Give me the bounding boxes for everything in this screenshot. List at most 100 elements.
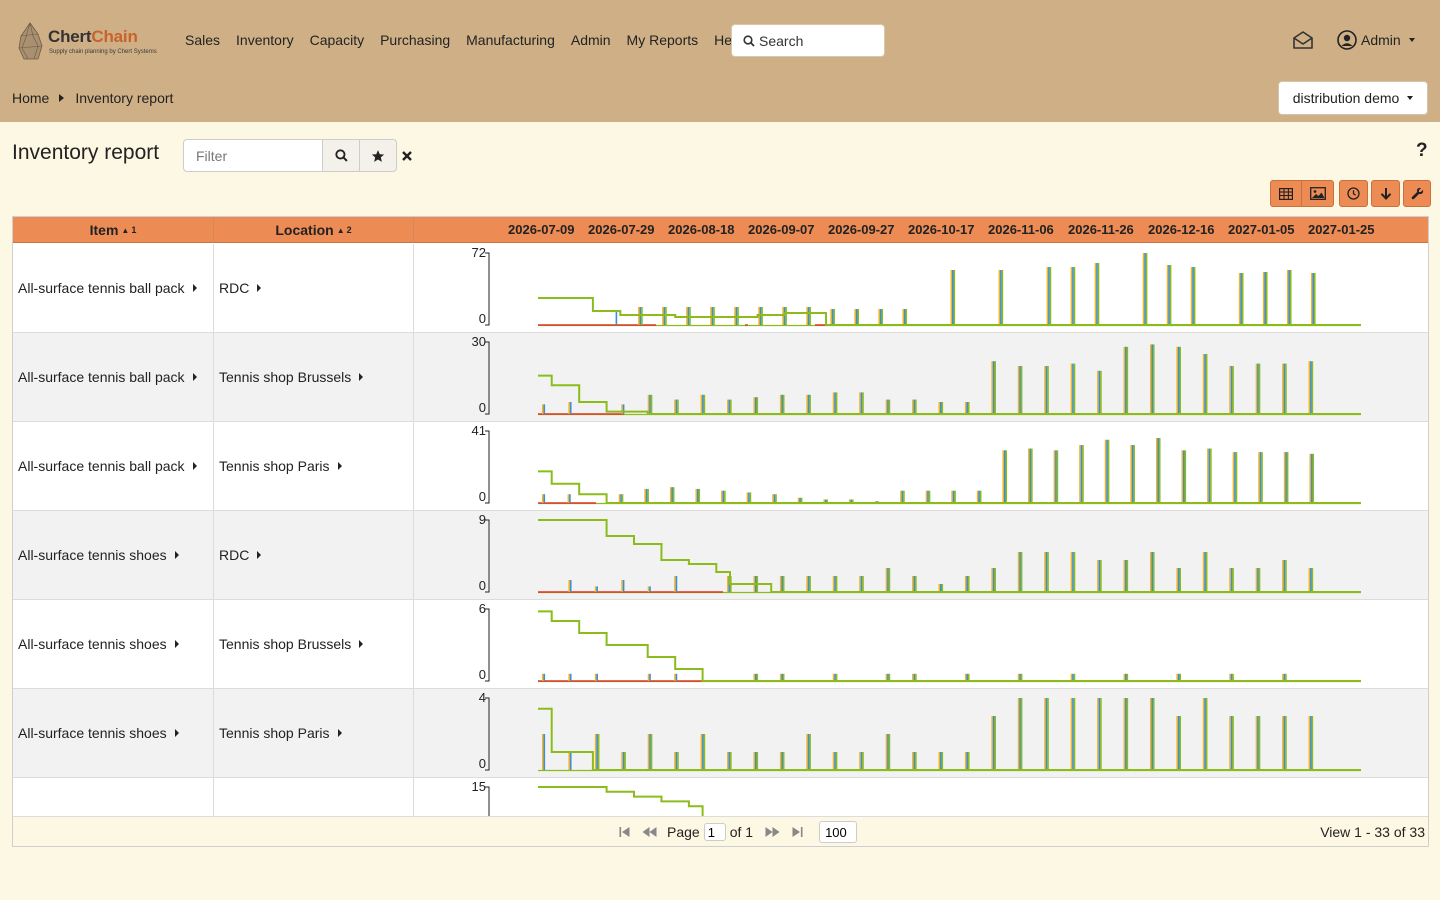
inventory-sparkline[interactable]: 40 [414,689,1424,777]
nav-capacity[interactable]: Capacity [302,30,372,50]
quantity-bar [1056,450,1059,503]
nav-inventory[interactable]: Inventory [228,30,302,50]
quantity-bar [1098,370,1101,414]
quantity-bar [862,392,864,414]
item-menu-arrow-icon[interactable] [192,284,197,292]
quantity-bar [979,490,982,503]
nav-admin[interactable]: Admin [563,30,619,50]
inventory-sparkline[interactable]: 150 [414,778,1424,816]
item-name[interactable]: All-surface tennis ball pack [18,280,185,296]
quantity-bar [964,402,967,414]
date-column-header: 2026-12-16 [1148,222,1215,237]
settings-button[interactable] [1403,180,1431,207]
messages-icon[interactable] [1291,28,1315,52]
help-icon[interactable]: ? [1416,140,1428,162]
page-title: Inventory report [12,141,160,164]
graph-view-button[interactable] [1302,180,1334,207]
quantity-bar [1133,445,1135,503]
quantity-bar [727,752,729,770]
quantity-bar [1047,698,1049,770]
item-name[interactable]: All-surface tennis shoes [18,636,167,652]
location-name[interactable]: Tennis shop Paris [219,458,330,474]
quantity-bar [1073,363,1076,414]
item-name[interactable]: All-surface tennis shoes [18,725,167,741]
user-menu[interactable]: Admin [1337,29,1415,51]
item-menu-arrow-icon[interactable] [192,373,197,381]
time-buckets-button[interactable] [1339,180,1368,207]
item-menu-arrow-icon[interactable] [174,551,179,559]
item-name[interactable]: All-surface tennis ball pack [18,458,185,474]
last-page-icon[interactable] [792,826,803,838]
quantity-bar [1285,452,1287,503]
inventory-sparkline[interactable]: 72 0 [414,244,1424,332]
nav-my-reports[interactable]: My Reports [619,30,707,50]
item-menu-arrow-icon[interactable] [192,462,197,470]
nav-manufacturing[interactable]: Manufacturing [458,30,563,50]
location-name[interactable]: Tennis shop Brussels [219,369,351,385]
location-name[interactable]: Tennis shop Brussels [219,636,351,652]
quantity-bar [1100,560,1102,592]
location-menu-arrow-icon[interactable] [257,551,262,559]
global-search[interactable] [731,24,885,57]
table-view-button[interactable] [1270,180,1302,207]
page-label: Page [667,824,700,840]
quantity-bar [938,584,941,592]
chertchain-logo[interactable]: ChertChain Supply chain planning by Cher… [16,20,157,62]
next-page-icon[interactable] [765,826,780,838]
item-name[interactable]: All-surface tennis ball pack [18,369,185,385]
item-name[interactable]: All-surface tennis shoes [18,547,167,563]
first-page-icon[interactable] [619,826,630,838]
nav-sales[interactable]: Sales [177,30,228,50]
nav-purchasing[interactable]: Purchasing [372,30,458,50]
quantity-bar [992,716,995,770]
quantity-bar [781,394,783,414]
breadcrumb-home[interactable]: Home [12,90,49,106]
location-menu-arrow-icon[interactable] [257,284,262,292]
location-menu-arrow-icon[interactable] [359,640,364,648]
location-menu-arrow-icon[interactable] [337,729,342,737]
location-name[interactable]: Tennis shop Paris [219,725,330,741]
quantity-bar [779,673,782,681]
quantity-bar [1310,453,1313,503]
column-header-item[interactable]: Item ▲︎ 1 [13,217,214,243]
quantity-bar [832,576,835,592]
quantity-bar [696,488,699,503]
location-name[interactable]: RDC [219,547,249,563]
quantity-bar [900,490,902,503]
filter-input[interactable] [183,139,323,172]
breadcrumb-current[interactable]: Inventory report [75,90,173,106]
item-menu-arrow-icon[interactable] [174,640,179,648]
filter-search-button[interactable] [323,139,360,172]
quantity-bar [1107,439,1110,503]
location-menu-arrow-icon[interactable] [337,462,342,470]
axis-max-label: 9 [479,512,486,527]
search-input[interactable] [759,32,879,49]
quantity-bar [1232,673,1234,681]
inventory-sparkline[interactable]: 41 0 [414,422,1424,510]
rows-per-page-input[interactable] [819,821,858,843]
clear-filter-icon[interactable] [401,150,413,162]
quantity-bar [702,734,704,770]
quantity-bar [1055,450,1057,503]
favorite-button[interactable] [360,139,397,172]
quantity-bar [1098,698,1101,770]
inventory-sparkline[interactable]: 90 [414,511,1424,599]
grid-body: All-surface tennis ball pack RDC 72 0 All-su… [13,244,1428,816]
item-menu-arrow-icon[interactable] [174,729,179,737]
previous-page-icon[interactable] [642,826,657,838]
scenario-selector[interactable]: distribution demo [1278,81,1428,115]
quantity-bar [915,399,917,414]
download-button[interactable] [1371,180,1400,207]
inventory-sparkline[interactable]: 60 [414,600,1424,688]
inventory-sparkline[interactable]: 30 0 [414,333,1424,421]
quantity-bar [1131,445,1134,503]
page-number-input[interactable] [703,823,726,841]
quantity-bar [1126,346,1129,414]
quantity-bar [568,402,571,414]
column-header-location[interactable]: Location ▲︎ 2 [214,217,414,243]
item-cell: All-surface tennis shoes [13,511,214,599]
location-name[interactable]: RDC [219,280,249,296]
location-menu-arrow-icon[interactable] [359,373,364,381]
quantity-bar [1047,552,1049,592]
quantity-bar [773,494,776,503]
